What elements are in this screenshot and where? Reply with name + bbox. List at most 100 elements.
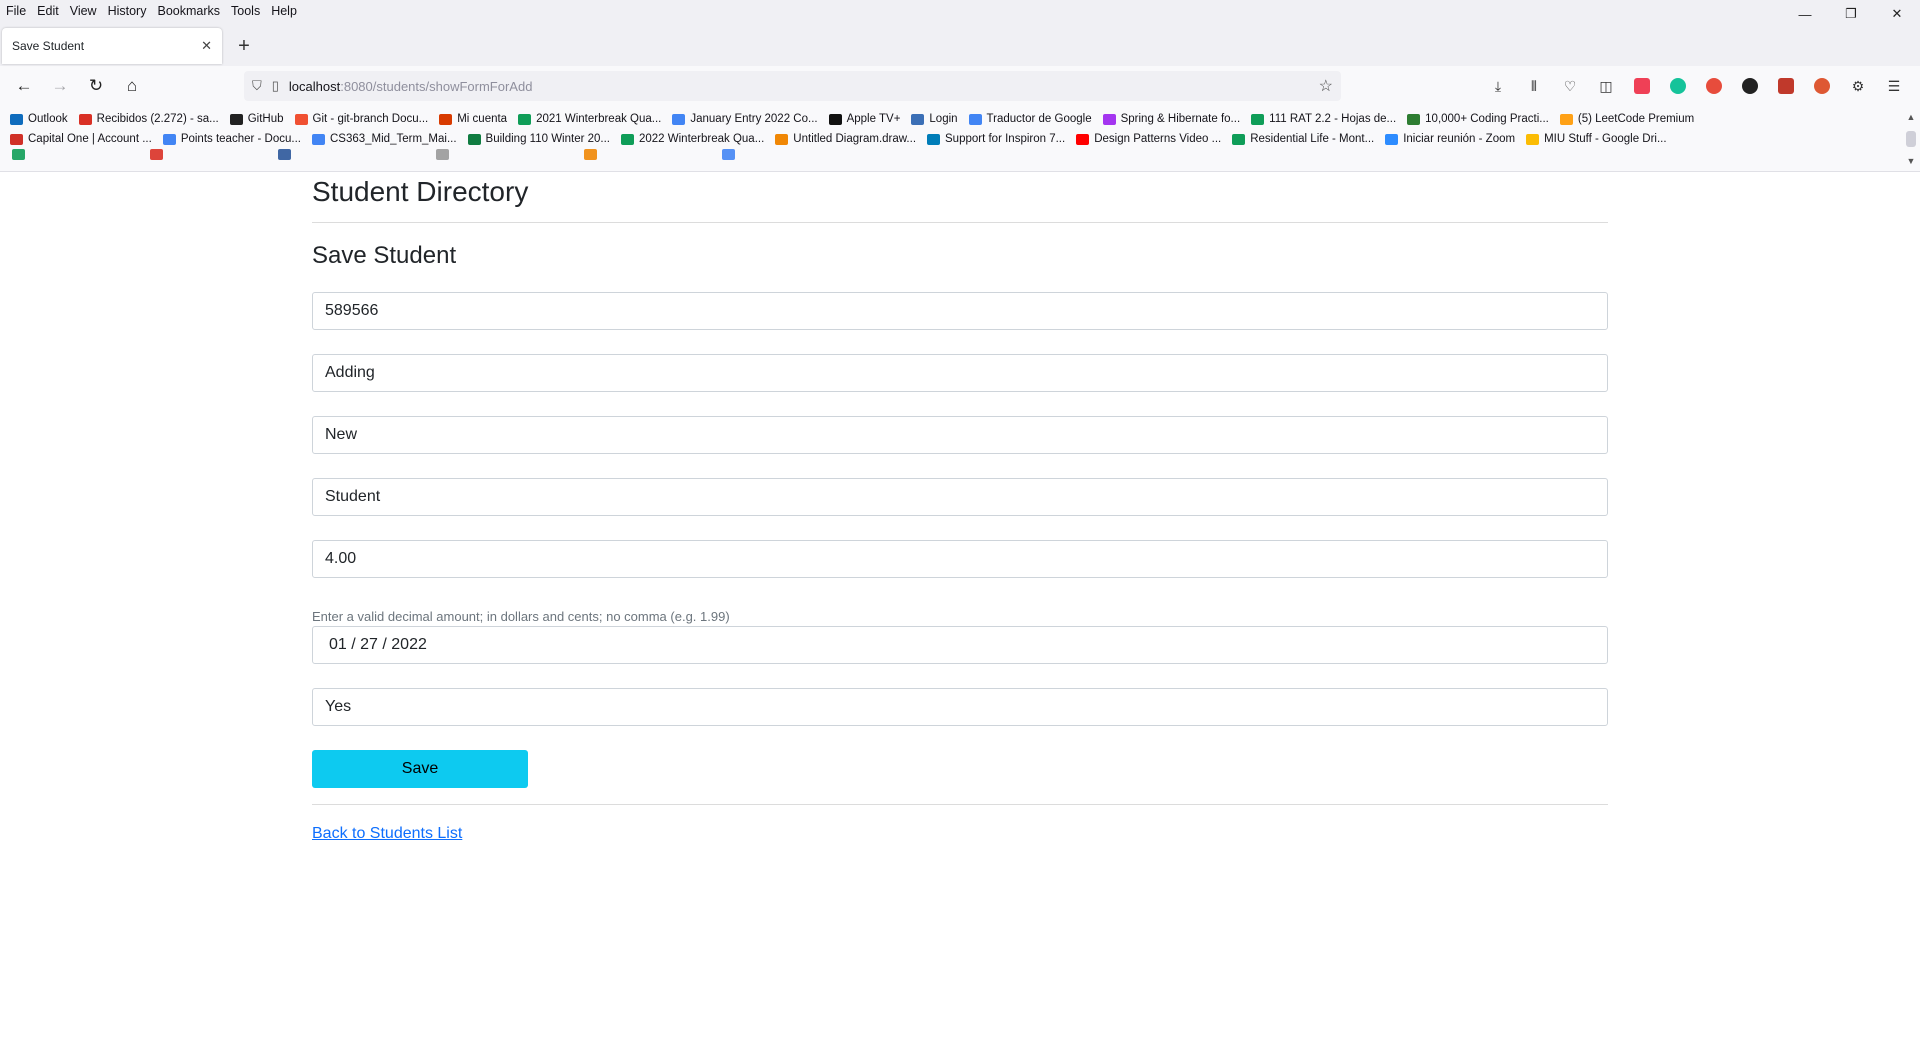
bookmark-item[interactable]: Support for Inspiron 7... <box>927 133 1065 145</box>
library-icon[interactable]: ⫴ <box>1516 78 1552 95</box>
bookmark-item[interactable]: Points teacher - Docu... <box>162 133 301 145</box>
bookmark-favicon <box>12 149 25 160</box>
bookmark-favicon-icon <box>1102 113 1116 125</box>
menu-help[interactable]: Help <box>271 4 297 18</box>
tracking-shield-icon[interactable]: ⛉ <box>252 78 262 94</box>
home-icon[interactable]: ⌂ <box>116 70 148 102</box>
adblock-icon[interactable] <box>1706 78 1722 94</box>
last-name-field[interactable]: Student <box>312 478 1608 516</box>
bookmark-label: Points teacher - Docu... <box>180 133 301 145</box>
menu-bar: File Edit View History Bookmarks Tools H… <box>0 0 1920 22</box>
date-of-enrollment-field[interactable]: 01 / 27 / 2022 <box>312 626 1608 664</box>
menu-tools[interactable]: Tools <box>231 4 260 18</box>
bookmark-item[interactable]: 111 RAT 2.2 - Hojas de... <box>1251 113 1396 125</box>
bookmark-item[interactable]: GitHub <box>229 113 284 125</box>
pocket-save-icon[interactable]: ♡ <box>1552 78 1588 95</box>
downloads-icon[interactable]: ⤓ <box>1480 78 1516 95</box>
bookmark-favicon-icon <box>1385 133 1399 145</box>
bookmark-item[interactable]: January Entry 2022 Co... <box>672 113 818 125</box>
dashlane-icon[interactable] <box>1742 78 1758 94</box>
page-info-icon[interactable]: ▯ <box>272 78 279 94</box>
forward-arrow-icon[interactable]: → <box>44 70 76 102</box>
bookmark-star-icon[interactable]: ☆ <box>1319 76 1333 96</box>
save-button[interactable]: Save <box>312 750 528 788</box>
close-tab-icon[interactable]: ✕ <box>201 38 212 54</box>
extensions-gear-icon[interactable]: ⚙ <box>1840 78 1876 95</box>
tab-title: Save Student <box>12 39 85 53</box>
bookmark-favicon-icon <box>828 113 842 125</box>
toolbar-icons: ⤓ ⫴ ♡ ◫ ⚙ ☰ <box>1480 78 1912 95</box>
bookmark-label: CS363_Mid_Term_Mai... <box>329 133 457 145</box>
reload-icon[interactable]: ↻ <box>80 70 112 102</box>
scroll-thumb[interactable] <box>1906 131 1916 147</box>
scroll-up-icon[interactable]: ▲ <box>1907 112 1916 122</box>
bookmarks-scrollbar[interactable]: ▲ ▼ <box>1902 106 1920 171</box>
bookmark-item[interactable]: Building 110 Winter 20... <box>467 133 610 145</box>
back-to-list-link[interactable]: Back to Students List <box>312 825 462 843</box>
bookmark-item[interactable]: 2022 Winterbreak Qua... <box>621 133 764 145</box>
bookmark-favicon-icon <box>467 133 481 145</box>
bookmark-label: Recibidos (2.272) - sa... <box>96 113 219 125</box>
new-tab-icon[interactable]: + <box>226 28 262 64</box>
bookmark-item[interactable]: Spring & Hibernate fo... <box>1102 113 1241 125</box>
tab-strip: Save Student ✕ + <box>0 22 1920 66</box>
close-window-icon[interactable]: ✕ <box>1874 0 1920 28</box>
ublock-icon[interactable] <box>1778 78 1794 94</box>
pocket-icon[interactable] <box>1634 78 1650 94</box>
bookmarks-toolbar: Outlook Recibidos (2.272) - sa... GitHub Gi… <box>0 106 1920 172</box>
middle-name-field[interactable]: New <box>312 416 1608 454</box>
menu-history[interactable]: History <box>108 4 147 18</box>
first-name-field[interactable]: Adding <box>312 354 1608 392</box>
back-arrow-icon[interactable]: ← <box>8 70 40 102</box>
sidebar-icon[interactable]: ◫ <box>1588 78 1624 95</box>
scroll-down-icon[interactable]: ▼ <box>1907 156 1916 166</box>
bookmark-item[interactable]: 10,000+ Coding Practi... <box>1407 113 1549 125</box>
bookmark-label: Spring & Hibernate fo... <box>1120 113 1241 125</box>
restore-icon[interactable]: ❐ <box>1828 0 1874 28</box>
menu-bookmarks[interactable]: Bookmarks <box>157 4 220 18</box>
menu-file[interactable]: File <box>6 4 26 18</box>
bookmark-item[interactable]: Mi cuenta <box>439 113 507 125</box>
bookmark-item[interactable]: CS363_Mid_Term_Mai... <box>311 133 457 145</box>
menu-view[interactable]: View <box>70 4 97 18</box>
bookmark-label: Capital One | Account ... <box>28 133 152 145</box>
bookmark-item[interactable]: MIU Stuff - Google Dri... <box>1526 133 1667 145</box>
app-menu-icon[interactable]: ☰ <box>1876 78 1912 95</box>
duckduckgo-icon[interactable] <box>1814 78 1830 94</box>
bookmark-item[interactable]: Apple TV+ <box>828 113 900 125</box>
bookmark-item[interactable]: Residential Life - Mont... <box>1232 133 1374 145</box>
bookmark-label: 10,000+ Coding Practi... <box>1425 113 1549 125</box>
bookmark-label: Design Patterns Video ... <box>1094 133 1222 145</box>
cgpa-field[interactable]: 4.00 <box>312 540 1608 578</box>
divider <box>312 804 1608 805</box>
bookmark-item[interactable]: Traductor de Google <box>968 113 1092 125</box>
bookmark-favicon-icon <box>775 133 789 145</box>
bookmark-item[interactable]: (5) LeetCode Premium <box>1559 113 1694 125</box>
bookmark-item[interactable]: Design Patterns Video ... <box>1076 133 1221 145</box>
bookmark-label: MIU Stuff - Google Dri... <box>1544 133 1667 145</box>
bookmark-item[interactable]: Outlook <box>10 113 68 125</box>
bookmark-favicon-icon <box>621 133 634 145</box>
minimize-icon[interactable]: — <box>1782 0 1828 28</box>
grammarly-icon[interactable] <box>1670 78 1686 94</box>
international-field[interactable]: Yes <box>312 688 1608 726</box>
bookmark-label: January Entry 2022 Co... <box>690 113 818 125</box>
bookmark-item[interactable]: 2021 Winterbreak Qua... <box>518 113 661 125</box>
bookmark-label: GitHub <box>247 113 284 125</box>
bookmark-item[interactable]: Git - git-branch Docu... <box>294 113 428 125</box>
bookmarks-row-2: Capital One | Account ... Points teacher … <box>0 129 1920 149</box>
student-number-field[interactable]: 589566 <box>312 292 1608 330</box>
bookmark-favicon-icon <box>1559 113 1573 125</box>
bookmark-favicon <box>436 149 449 160</box>
bookmark-item[interactable]: Capital One | Account ... <box>10 133 152 145</box>
bookmark-item[interactable]: Untitled Diagram.draw... <box>775 133 916 145</box>
bookmark-favicon-icon <box>518 113 532 125</box>
bookmark-favicon-icon <box>311 133 325 145</box>
bookmark-item[interactable]: Recibidos (2.272) - sa... <box>78 113 219 125</box>
menu-edit[interactable]: Edit <box>37 4 59 18</box>
address-bar[interactable]: ⛉ ▯ localhost :8080/students/showFormFor… <box>244 71 1341 101</box>
tab-save-student[interactable]: Save Student ✕ <box>2 28 222 64</box>
bookmark-item[interactable]: Iniciar reunión - Zoom <box>1385 133 1515 145</box>
bookmark-item[interactable]: Login <box>911 113 958 125</box>
bookmark-favicon-icon <box>672 113 686 125</box>
